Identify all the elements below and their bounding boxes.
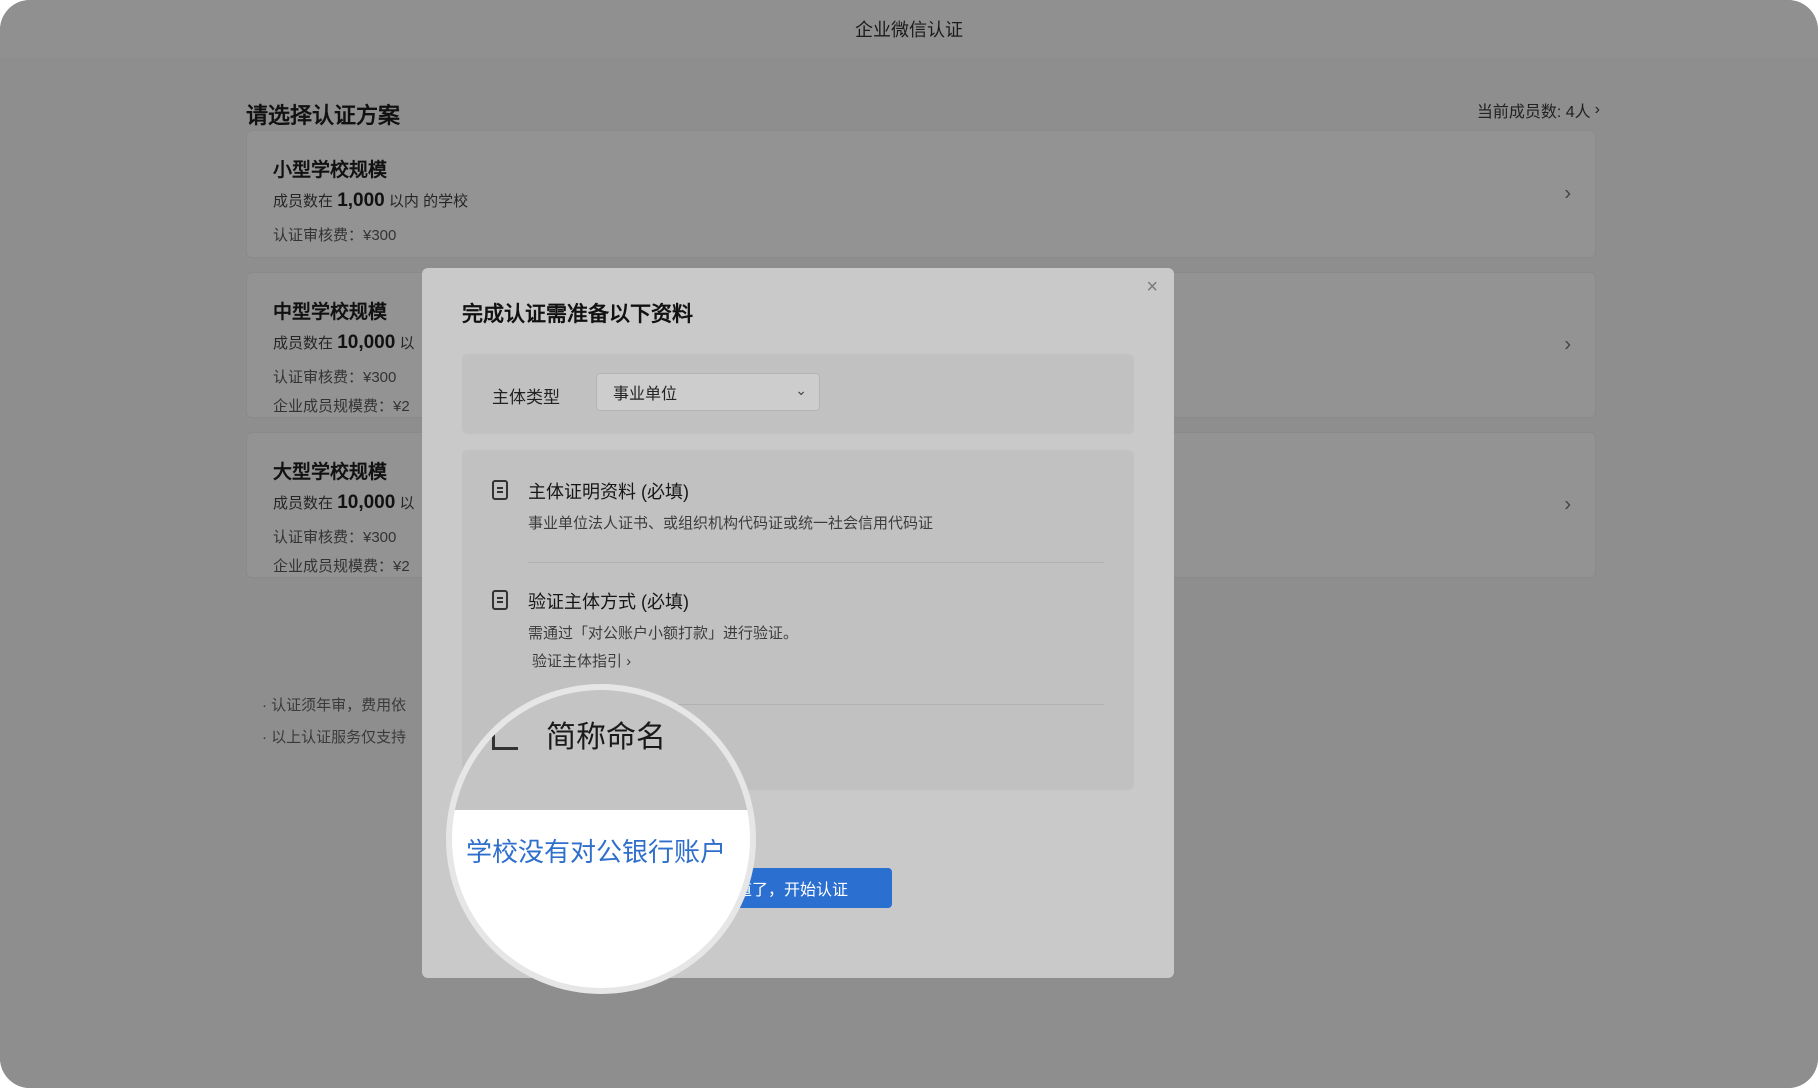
entity-type-select[interactable]: 事业单位 ⌄ [596,373,820,411]
requirement-desc: 事业单位法人证书、或组织机构代码证或统一社会信用代码证 [528,515,934,532]
page-title: 请选择认证方案 [246,103,401,128]
chevron-down-icon: ⌄ [795,382,807,398]
entity-type-value: 事业单位 [613,386,678,403]
app-window: 企业微信认证 请选择认证方案 当前成员数: 4人 › 小型学校规模 成员数在 1… [0,0,1818,1088]
note-annual-review: · 认证须年审，费用依 [262,697,407,714]
requirement-title: 主体证明资料 (必填) [528,482,689,502]
note-service-scope: · 以上认证服务仅支持 [262,729,407,746]
document-icon [492,480,508,500]
member-count-text: 当前成员数: 4人 [1476,104,1591,121]
entity-type-label: 主体类型 [492,388,560,407]
window-title: 企业微信认证 [855,20,963,40]
plan-card-small[interactable]: 小型学校规模 成员数在 1,000 以内 的学校 认证审核费：¥300 › [246,130,1596,258]
verification-guide-link[interactable]: 验证主体指引 › [532,650,631,671]
modal-title: 完成认证需准备以下资料 [462,303,693,326]
chevron-right-icon: › [1594,101,1600,118]
magnifier-top: 简称命名 ⌄ [452,690,750,810]
verification-icon [492,590,508,610]
chevron-right-icon: › [1564,182,1571,205]
chevron-right-icon: › [1564,493,1571,516]
requirement-desc: 需通过「对公账户小额打款」进行验证。 [528,625,799,642]
short-name-item: 简称命名 [546,721,666,754]
entity-type-section: 主体类型 事业单位 ⌄ [462,354,1134,434]
close-icon[interactable]: × [1146,276,1158,299]
plan-desc: 成员数在 1,000 以内 的学校 [273,190,469,211]
divider [528,562,1104,563]
zoom-magnifier: 简称命名 ⌄ 学校没有对公银行账户 [452,690,750,988]
naming-icon [492,724,518,750]
no-corporate-account-link[interactable]: 学校没有对公银行账户 [466,832,726,869]
chevron-right-icon: › [1564,333,1571,356]
plan-title: 小型学校规模 [273,160,388,181]
member-count-link[interactable]: 当前成员数: 4人 › [1477,98,1600,122]
chevron-down-icon: ⌄ [714,720,733,745]
requirement-title: 验证主体方式 (必填) [528,592,689,612]
plan-fee: 认证审核费：¥300 [273,227,397,244]
title-bar: 企业微信认证 [0,0,1818,59]
